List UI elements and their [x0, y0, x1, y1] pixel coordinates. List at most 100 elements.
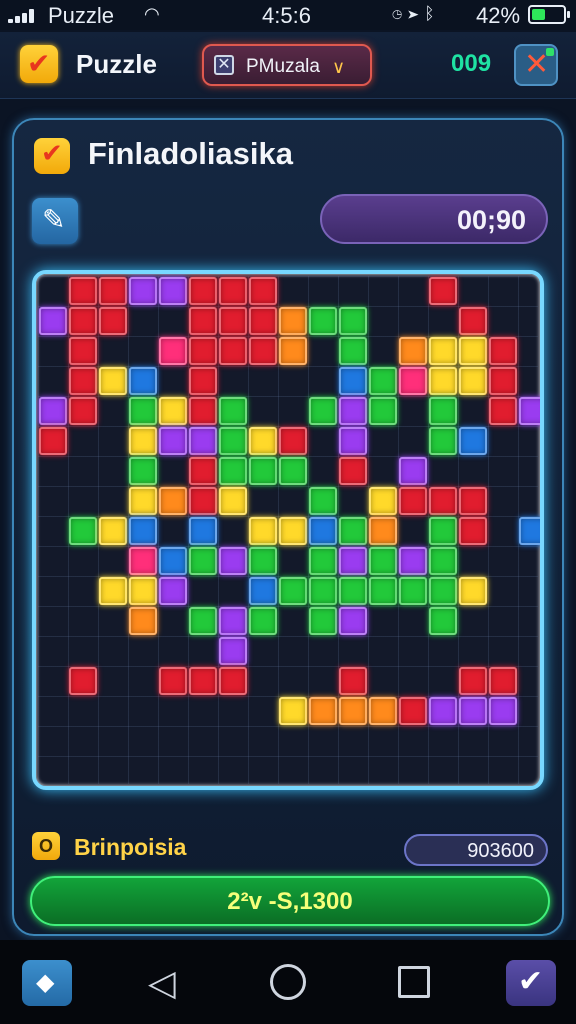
board-tile[interactable] [429, 547, 457, 575]
board-tile[interactable] [339, 397, 367, 425]
board-tile[interactable] [279, 307, 307, 335]
board-tile[interactable] [459, 367, 487, 395]
board-tile[interactable] [129, 487, 157, 515]
board-tile[interactable] [189, 487, 217, 515]
board-tile[interactable] [429, 487, 457, 515]
board-tile[interactable] [99, 577, 127, 605]
board-tile[interactable] [159, 427, 187, 455]
board-tile[interactable] [99, 367, 127, 395]
board-tile[interactable] [429, 397, 457, 425]
board-tile[interactable] [339, 667, 367, 695]
board-tile[interactable] [429, 697, 457, 725]
board-tile[interactable] [309, 517, 337, 545]
board-tile[interactable] [339, 307, 367, 335]
board-tile[interactable] [459, 667, 487, 695]
board-tile[interactable] [189, 547, 217, 575]
board-tile[interactable] [519, 397, 540, 425]
board-tile[interactable] [279, 427, 307, 455]
board-tile[interactable] [129, 397, 157, 425]
board-tile[interactable] [279, 577, 307, 605]
board-tile[interactable] [159, 547, 187, 575]
board-tile[interactable] [249, 517, 277, 545]
board-tile[interactable] [519, 517, 540, 545]
board-tile[interactable] [369, 517, 397, 545]
board-tile[interactable] [39, 427, 67, 455]
board-tile[interactable] [339, 367, 367, 395]
board-tile[interactable] [189, 367, 217, 395]
board-tile[interactable] [219, 547, 247, 575]
recent-apps-icon[interactable] [398, 966, 430, 998]
board-tile[interactable] [219, 427, 247, 455]
board-tile[interactable] [459, 307, 487, 335]
board-tile[interactable] [399, 697, 427, 725]
board-tile[interactable] [39, 397, 67, 425]
board-tile[interactable] [159, 487, 187, 515]
board-tile[interactable] [249, 277, 277, 305]
board-tile[interactable] [489, 367, 517, 395]
board-tile[interactable] [69, 307, 97, 335]
board-tile[interactable] [69, 397, 97, 425]
board-tile[interactable] [429, 427, 457, 455]
board-tile[interactable] [459, 487, 487, 515]
confirm-button[interactable] [506, 960, 556, 1006]
board-tile[interactable] [189, 667, 217, 695]
board-tile[interactable] [219, 607, 247, 635]
board-tile[interactable] [339, 697, 367, 725]
gem-button[interactable] [22, 960, 72, 1006]
board-tile[interactable] [309, 307, 337, 335]
board-tile[interactable] [399, 457, 427, 485]
board-tile[interactable] [159, 577, 187, 605]
board-tile[interactable] [249, 577, 277, 605]
board-tile[interactable] [219, 307, 247, 335]
board-tile[interactable] [339, 427, 367, 455]
board-tile[interactable] [339, 457, 367, 485]
check-icon[interactable] [20, 45, 58, 83]
board-tile[interactable] [339, 337, 367, 365]
board-tile[interactable] [219, 457, 247, 485]
board-tile[interactable] [339, 577, 367, 605]
board-tile[interactable] [369, 367, 397, 395]
board-tile[interactable] [309, 547, 337, 575]
board-tile[interactable] [69, 337, 97, 365]
board-tile[interactable] [309, 577, 337, 605]
board-tile[interactable] [249, 607, 277, 635]
home-icon[interactable] [270, 964, 306, 1000]
board-tile[interactable] [309, 697, 337, 725]
board-tile[interactable] [159, 277, 187, 305]
board-tile[interactable] [129, 547, 157, 575]
board-tile[interactable] [369, 697, 397, 725]
board-tile[interactable] [219, 337, 247, 365]
board-tile[interactable] [399, 547, 427, 575]
board-tile[interactable] [129, 427, 157, 455]
board-tile[interactable] [189, 457, 217, 485]
board-tile[interactable] [159, 667, 187, 695]
board-tile[interactable] [249, 547, 277, 575]
board-tile[interactable] [129, 577, 157, 605]
mode-selector[interactable]: ✕ PMuzala ∨ [202, 44, 372, 86]
board-tile[interactable] [399, 487, 427, 515]
board-tile[interactable] [219, 277, 247, 305]
board-tile[interactable] [489, 697, 517, 725]
board-tile[interactable] [399, 367, 427, 395]
board-tile[interactable] [369, 577, 397, 605]
board-tile[interactable] [429, 607, 457, 635]
board-tile[interactable] [339, 547, 367, 575]
board-tile[interactable] [189, 397, 217, 425]
board-tile[interactable] [489, 337, 517, 365]
board-tile[interactable] [459, 337, 487, 365]
board-tile[interactable] [429, 517, 457, 545]
board-tile[interactable] [249, 337, 277, 365]
board-tile[interactable] [189, 427, 217, 455]
close-button[interactable] [514, 44, 558, 86]
board-tile[interactable] [459, 427, 487, 455]
board-tile[interactable] [429, 337, 457, 365]
board-tile[interactable] [219, 637, 247, 665]
board-tile[interactable] [159, 337, 187, 365]
board-tile[interactable] [189, 307, 217, 335]
board-tile[interactable] [459, 517, 487, 545]
board-tile[interactable] [309, 607, 337, 635]
board-tile[interactable] [339, 607, 367, 635]
board-tile[interactable] [279, 517, 307, 545]
board-tile[interactable] [429, 277, 457, 305]
board-tile[interactable] [189, 337, 217, 365]
